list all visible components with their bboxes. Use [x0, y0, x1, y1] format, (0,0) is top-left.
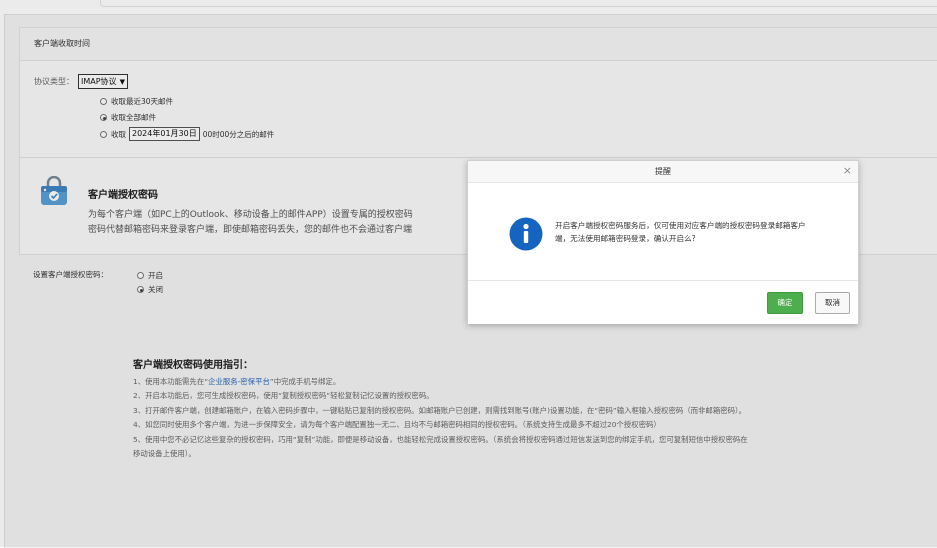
dialog-message: 开启客户端授权密码服务后，仅可使用对应客户端的授权密码登录邮箱客户端，无法使用邮…	[555, 221, 806, 243]
info-icon	[509, 217, 543, 251]
cancel-button[interactable]: 取消	[815, 292, 850, 314]
dialog-header: 提醒 ×	[468, 161, 858, 183]
confirm-dialog: 提醒 × 开启客户端授权密码服务后，仅可使用对应客户端的授权密码登录邮箱客户端，…	[467, 160, 859, 324]
dialog-footer: 确定 取消	[468, 280, 858, 324]
close-icon[interactable]: ×	[843, 164, 852, 178]
dialog-title: 提醒	[655, 167, 671, 176]
confirm-button[interactable]: 确定	[767, 292, 803, 314]
